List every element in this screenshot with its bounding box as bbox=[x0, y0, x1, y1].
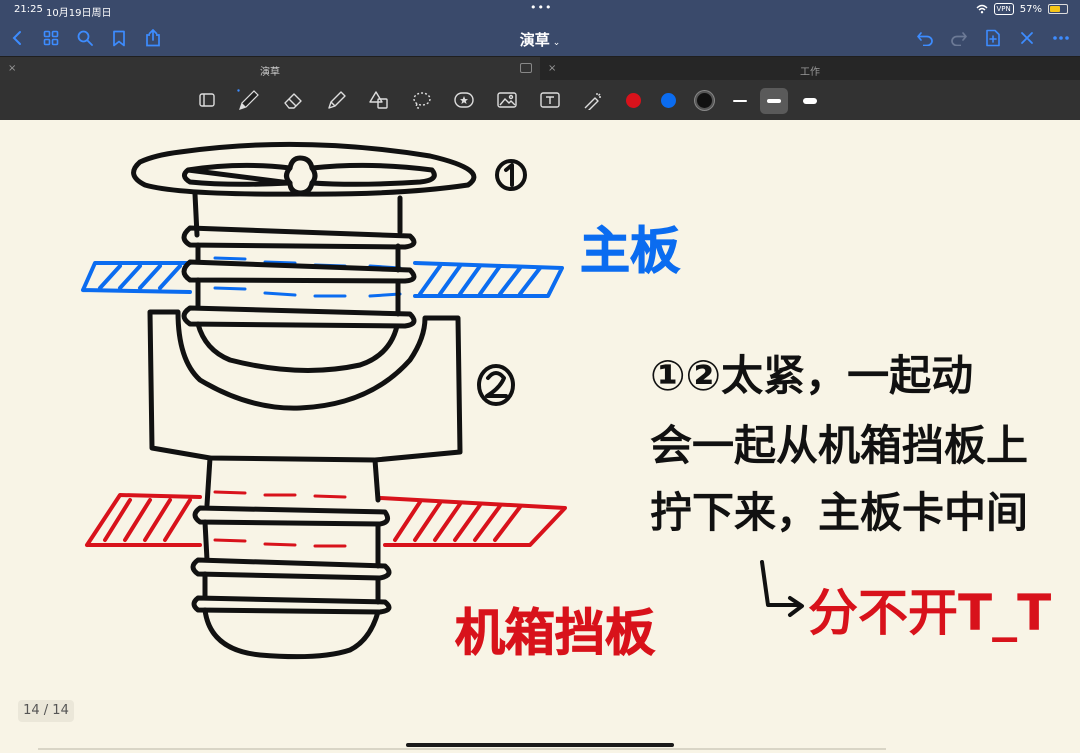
bookmark-icon[interactable] bbox=[108, 27, 130, 49]
note-line-1: ①②太紧，一起动 bbox=[650, 351, 973, 400]
tab-label[interactable]: 工作 bbox=[540, 63, 1080, 78]
back-icon[interactable] bbox=[6, 27, 28, 49]
text-icon[interactable] bbox=[537, 88, 563, 112]
image-icon[interactable] bbox=[494, 88, 520, 112]
shapes-icon[interactable] bbox=[366, 88, 392, 112]
stroke-medium-button[interactable] bbox=[760, 88, 788, 114]
case-plate-band bbox=[85, 490, 567, 548]
battery-icon bbox=[1048, 4, 1068, 14]
multitask-dots[interactable]: ••• bbox=[530, 1, 552, 14]
redo-icon[interactable] bbox=[948, 27, 970, 49]
wifi-icon bbox=[976, 4, 988, 14]
note-line-4: 分不开T_T bbox=[808, 584, 1051, 642]
motherboard-band bbox=[81, 256, 564, 298]
status-right: VPN 57% bbox=[976, 3, 1068, 15]
reader-icon[interactable] bbox=[194, 88, 220, 112]
laser-icon[interactable] bbox=[580, 88, 606, 112]
tab-gongzuo[interactable]: × 工作 bbox=[540, 57, 1080, 81]
note-arrow bbox=[760, 560, 804, 617]
horizontal-scrollbar[interactable] bbox=[38, 748, 886, 750]
page-indicator[interactable]: 14 / 14 bbox=[18, 700, 74, 722]
note-line-2: 会一起从机箱挡板上 bbox=[650, 421, 1028, 470]
more-icon[interactable] bbox=[1050, 27, 1072, 49]
case-plate-label: 机箱挡板 bbox=[455, 604, 655, 662]
tab-yancao[interactable]: × 演草 bbox=[0, 57, 540, 81]
home-indicator[interactable] bbox=[406, 743, 674, 747]
document-title-text[interactable]: 演草 bbox=[520, 31, 550, 49]
eraser-icon[interactable] bbox=[280, 88, 306, 112]
split-view-icon[interactable] bbox=[520, 63, 532, 73]
add-page-icon[interactable] bbox=[982, 27, 1004, 49]
undo-icon[interactable] bbox=[914, 27, 936, 49]
close-icon[interactable] bbox=[1016, 27, 1038, 49]
drawing-canvas[interactable]: 主板 机箱挡板 ①②太紧，一起动 会一起从机箱挡板上 拧下来，主板卡中间 分不开… bbox=[0, 120, 1080, 753]
grid-icon[interactable] bbox=[40, 27, 62, 49]
sketch-drawing: 主板 机箱挡板 ①②太紧，一起动 会一起从机箱挡板上 拧下来，主板卡中间 分不开… bbox=[81, 141, 1051, 663]
tab-label[interactable]: 演草 bbox=[0, 63, 540, 78]
status-date: 10月19日周日 bbox=[46, 8, 112, 19]
stroke-thick-button[interactable] bbox=[796, 88, 824, 114]
vpn-badge: VPN bbox=[993, 3, 1014, 15]
tab-bar: × 演草 × 工作 bbox=[0, 56, 1080, 81]
motherboard-label: 主板 bbox=[580, 222, 680, 280]
color-red-swatch[interactable] bbox=[626, 93, 641, 108]
color-blue-swatch[interactable] bbox=[661, 93, 676, 108]
status-time: 21:25 bbox=[14, 4, 43, 15]
lasso-icon[interactable] bbox=[409, 88, 435, 112]
screw-drawing bbox=[131, 141, 477, 660]
drawing-toolbar bbox=[0, 80, 1080, 120]
color-black-swatch[interactable] bbox=[697, 93, 712, 108]
share-icon[interactable] bbox=[142, 27, 164, 49]
battery-percent: 57% bbox=[1019, 3, 1042, 15]
status-bar: 21:25 10月19日周日 ••• VPN 57% bbox=[0, 0, 1080, 20]
search-icon[interactable] bbox=[74, 27, 96, 49]
nav-bar: 演草 ⌄ bbox=[0, 20, 1080, 56]
sticker-icon[interactable] bbox=[451, 88, 477, 112]
highlighter-icon[interactable] bbox=[323, 88, 349, 112]
note-line-3: 拧下来，主板卡中间 bbox=[650, 488, 1028, 537]
pen-icon[interactable] bbox=[236, 88, 262, 112]
stroke-thin-button[interactable] bbox=[726, 88, 754, 114]
chevron-down-icon[interactable]: ⌄ bbox=[553, 38, 561, 48]
